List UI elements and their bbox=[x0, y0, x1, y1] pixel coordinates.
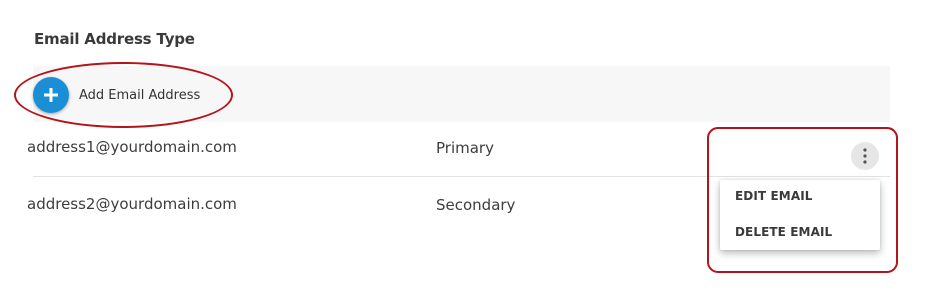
annotation-rectangle bbox=[707, 127, 898, 273]
column-header: Email Address Type bbox=[34, 30, 195, 48]
email-addresses-panel: Email Address Type Add Email Address add… bbox=[0, 0, 928, 296]
email-type-1: Primary bbox=[436, 139, 494, 157]
email-address-2: address2@yourdomain.com bbox=[27, 195, 237, 213]
annotation-oval bbox=[14, 62, 233, 128]
email-address-1: address1@yourdomain.com bbox=[27, 138, 237, 156]
email-type-2: Secondary bbox=[436, 196, 516, 214]
